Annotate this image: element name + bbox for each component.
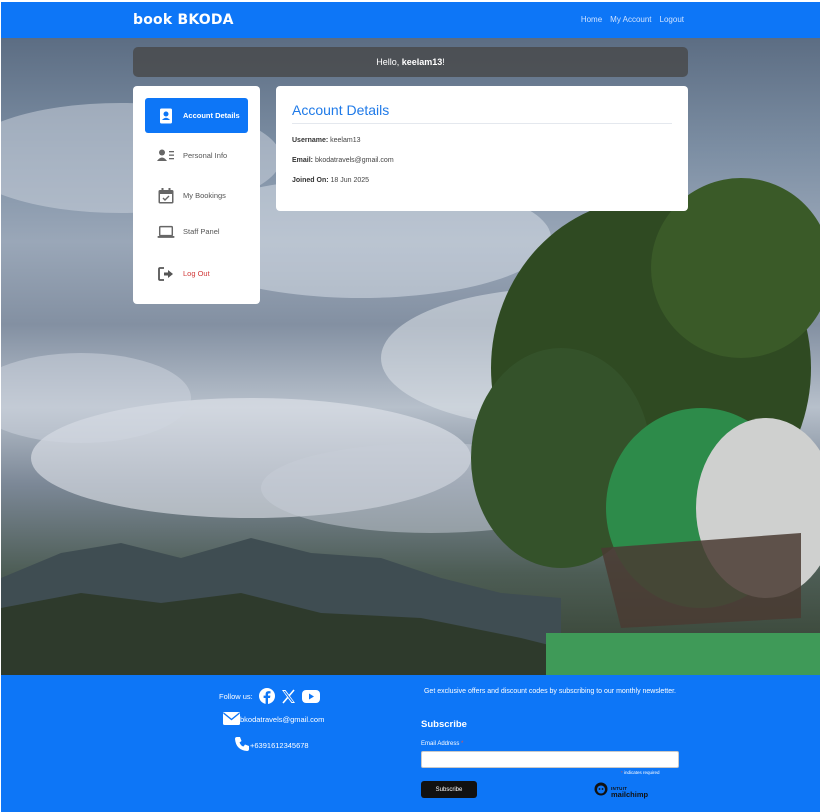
subscribe-heading: Subscribe	[421, 719, 467, 730]
phone-icon	[234, 736, 250, 754]
facebook-icon[interactable]	[258, 688, 275, 704]
greeting-suffix: !	[442, 57, 445, 67]
nav-home-link[interactable]: Home	[581, 15, 602, 24]
sidebar-item-account-details[interactable]: Account Details	[145, 98, 248, 133]
sidebar-item-label: Log Out	[183, 269, 210, 278]
email-address-label: Email Address *	[421, 741, 463, 747]
username-row: Username: keelam13	[292, 137, 361, 144]
navbar: book BKODA Home My Account Logout	[1, 2, 820, 38]
account-details-title: Account Details	[292, 102, 390, 118]
username-value: keelam13	[330, 137, 361, 144]
newsletter-email-input[interactable]	[421, 751, 679, 768]
account-sidebar: Account Details Personal Info My Booking…	[133, 86, 260, 304]
email-address-label-text: Email Address	[421, 741, 460, 747]
greeting-bar: Hello, keelam13!	[133, 47, 688, 77]
laptop-icon	[157, 223, 175, 241]
mailchimp-badge[interactable]: INTUIT mailchimp	[594, 782, 648, 801]
sidebar-item-label: Personal Info	[183, 151, 228, 160]
greeting-username: keelam13	[401, 57, 443, 67]
footer-email-text: bkodatravels@gmail.com	[240, 715, 325, 724]
joined-value: 18 Jun 2025	[330, 177, 370, 184]
nav-links: Home My Account Logout	[581, 15, 684, 24]
sidebar-item-personal-info[interactable]: Personal Info	[145, 138, 248, 173]
sidebar-item-label: My Bookings	[183, 191, 226, 200]
newsletter-offer-text: Get exclusive offers and discount codes …	[423, 688, 676, 695]
required-asterisk: *	[461, 741, 464, 747]
sidebar-item-label: Staff Panel	[183, 227, 220, 236]
sign-out-icon	[157, 265, 175, 283]
sidebar-item-label: Account Details	[183, 111, 240, 120]
email-label: Email:	[292, 157, 314, 164]
calendar-check-icon	[157, 187, 175, 205]
greeting-prefix: Hello,	[376, 57, 402, 67]
follow-label: Follow us:	[219, 691, 253, 701]
required-asterisk: *	[621, 770, 623, 775]
email-row: Email: bkodatravels@gmail.com	[292, 157, 394, 164]
user-list-icon	[157, 147, 175, 165]
sidebar-item-staff-panel[interactable]: Staff Panel	[145, 214, 248, 249]
required-note: * indicates required	[621, 770, 660, 775]
follow-us: Follow us:	[219, 688, 320, 704]
brand-logo[interactable]: book BKODA	[133, 12, 234, 28]
title-divider	[292, 123, 672, 124]
mailchimp-line2: mailchimp	[611, 789, 649, 799]
nav-logout-link[interactable]: Logout	[660, 15, 684, 24]
required-note-text: indicates required	[624, 770, 660, 775]
subscribe-button[interactable]: Subscribe	[421, 781, 477, 798]
youtube-icon[interactable]	[301, 689, 320, 703]
joined-label: Joined On:	[292, 177, 329, 184]
joined-row: Joined On: 18 Jun 2025	[292, 177, 369, 184]
envelope-icon	[223, 712, 240, 727]
footer-phone[interactable]: +6391612345678	[234, 736, 309, 754]
account-details-card: Account Details Username: keelam13 Email…	[276, 86, 688, 211]
id-card-icon	[157, 107, 175, 125]
mailchimp-logo-icon	[594, 782, 608, 801]
nav-my-account-link[interactable]: My Account	[610, 15, 651, 24]
username-label: Username:	[292, 137, 329, 144]
footer: Follow us: bkodatravels@gmail.com +63916…	[1, 675, 820, 812]
sidebar-item-log-out[interactable]: Log Out	[145, 256, 248, 291]
email-value: bkodatravels@gmail.com	[314, 157, 394, 164]
footer-email[interactable]: bkodatravels@gmail.com	[223, 712, 324, 727]
x-twitter-icon[interactable]	[281, 688, 296, 704]
sidebar-item-my-bookings[interactable]: My Bookings	[145, 178, 248, 213]
footer-phone-text: +6391612345678	[250, 740, 309, 750]
